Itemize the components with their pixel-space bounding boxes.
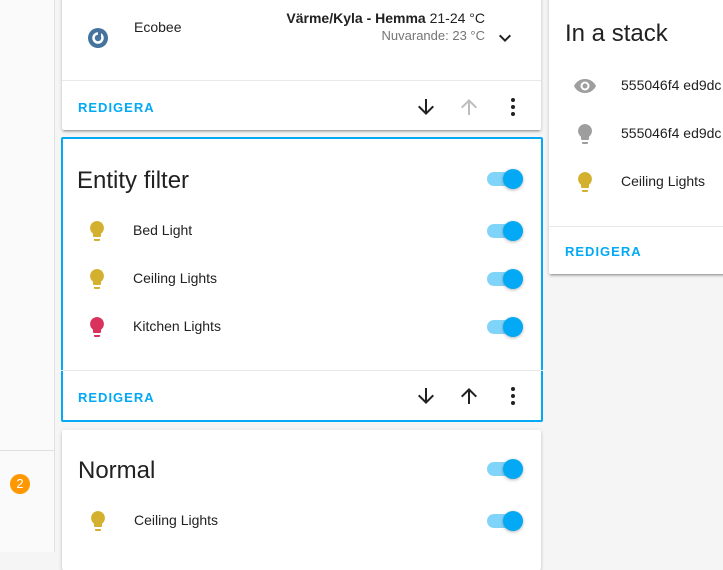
card-title: Entity filter [77,167,190,194]
arrow-up-icon [461,388,477,404]
entity-toggle[interactable] [487,219,523,243]
toggle-thumb [503,269,523,289]
notification-badge[interactable]: 2 [10,474,30,494]
edit-button[interactable]: REDIGERA [565,244,642,259]
header-toggle[interactable] [487,457,523,481]
toggle-thumb [503,169,523,189]
card-divider [61,370,543,371]
entity-toggle[interactable] [487,315,523,339]
left-rail: 2 [0,0,55,552]
entity-row[interactable]: Bed Light [61,211,543,251]
entity-name: Bed Light [133,222,193,238]
toggle-thumb [503,317,523,337]
entity-filter-card: Entity filter Bed Light Ceiling Lights K… [61,137,543,422]
stack-card: In a stack 555046f4 ed9dc 555046f4 ed9dc… [549,0,723,274]
rail-divider [0,450,54,451]
arrow-up-icon [461,99,477,115]
lightbulb-icon [85,219,109,243]
lightbulb-icon [85,267,109,291]
entity-row[interactable]: Ceiling Lights [549,162,723,202]
more-options-button[interactable] [501,384,525,408]
thermostat-card: Ecobee Värme/Kyla - Hemma 21-24 °C Nuvar… [62,0,541,130]
entity-name: 555046f4 ed9dc [621,125,722,141]
move-up-button[interactable] [457,95,481,119]
chevron-down-icon [499,34,511,42]
entity-row[interactable]: Ceiling Lights [61,259,543,299]
more-vert-icon [511,98,515,116]
toggle-thumb [503,221,523,241]
card-title: In a stack [565,20,668,47]
lightbulb-icon [573,170,597,194]
entity-name: Ceiling Lights [134,512,219,528]
expand-button[interactable] [493,26,517,50]
card-divider [549,226,723,227]
move-down-button[interactable] [414,384,438,408]
eye-icon [573,74,597,98]
more-options-button[interactable] [501,95,525,119]
card-title: Normal [78,457,156,484]
edit-button[interactable]: REDIGERA [78,390,155,405]
thermostat-state: Värme/Kyla - Hemma 21-24 °C [286,10,485,26]
entity-name: Ceiling Lights [133,270,218,286]
thermostat-name: Ecobee [134,19,182,35]
header-toggle[interactable] [487,167,523,191]
thermostat-target: 21-24 °C [429,10,485,26]
entity-toggle[interactable] [487,267,523,291]
entity-name: Ceiling Lights [621,173,706,189]
entity-row[interactable]: 555046f4 ed9dc [549,114,723,154]
entity-row[interactable]: 555046f4 ed9dc [549,66,723,106]
entity-toggle[interactable] [487,509,523,533]
move-up-button[interactable] [457,384,481,408]
lightbulb-icon [86,509,110,533]
arrow-down-icon [418,99,434,115]
edit-button[interactable]: REDIGERA [78,100,155,115]
card-divider [62,80,541,81]
entity-name: Kitchen Lights [133,318,221,334]
arrow-down-icon [418,388,434,404]
lightbulb-icon [85,315,109,339]
move-down-button[interactable] [414,95,438,119]
toggle-thumb [503,511,523,531]
entity-row[interactable]: Kitchen Lights [61,307,543,347]
entity-row[interactable]: Ceiling Lights [62,501,541,541]
toggle-thumb [503,459,523,479]
thermostat-current: Nuvarande: 23 °C [381,28,485,43]
more-vert-icon [511,387,515,405]
normal-card: Normal Ceiling Lights [62,430,541,570]
thermostat-mode: Värme/Kyla - Hemma [286,10,426,26]
entity-name: 555046f4 ed9dc [621,77,722,93]
thermostat-icon [86,26,110,50]
lightbulb-icon [573,122,597,146]
